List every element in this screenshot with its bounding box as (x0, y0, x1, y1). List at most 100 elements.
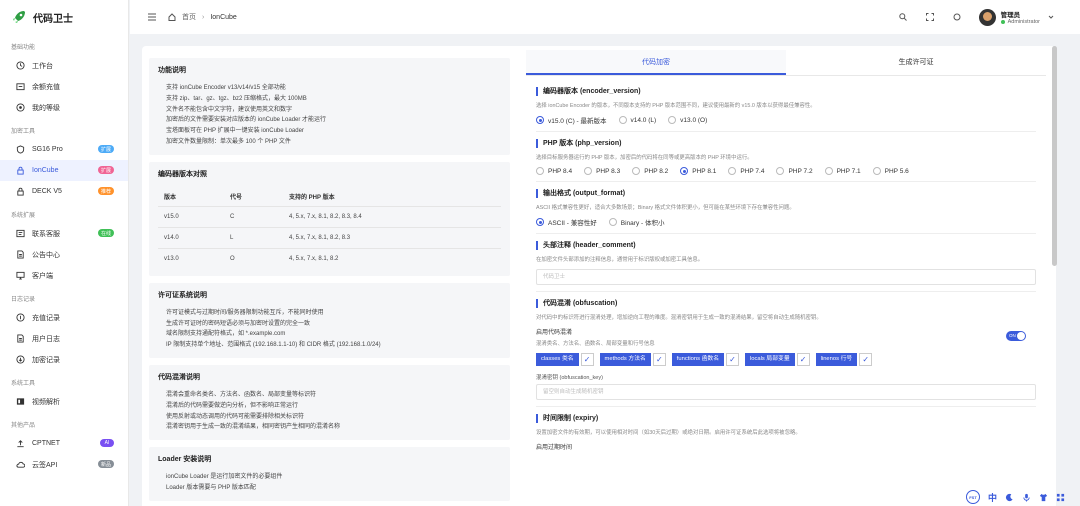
table-cell: L (224, 227, 283, 249)
info-line: 生成许可证时的密码短语必须与加密时设置的完全一致 (166, 320, 311, 327)
radio-php-56[interactable]: PHP 5.6 (872, 167, 909, 175)
table-cell: v13.0 (164, 255, 179, 262)
option-label: methods 方法名 (599, 353, 651, 366)
form-body: 编码器版本 (encoder_version) 选择 ionCube Encod… (526, 76, 1046, 460)
badge: 扩展 (97, 166, 114, 174)
sidebar-item-label: SG16 Pro (32, 146, 63, 153)
monitor-icon (15, 271, 25, 281)
sidebar-item-label: 客户端 (32, 272, 53, 280)
radio-php-81[interactable]: PHP 8.1 (680, 167, 716, 175)
table-cell: C (224, 206, 283, 228)
info-line: 文件名不能包含中文字符，建议使用英文和数字 (166, 106, 293, 113)
search-icon[interactable] (898, 12, 908, 22)
header-comment-section: 头部注释 (header_comment) 在加密文件头部添加的注释信息，通常用… (536, 234, 1036, 292)
radio-encoder-v14[interactable]: v14.0 (L) (618, 115, 656, 125)
table-cell: v14.0 (158, 227, 224, 249)
option-functions[interactable]: functions 函数名 ✓ (671, 353, 739, 366)
tab-bar: 代码加密 生成许可证 (526, 50, 1046, 76)
section-title-encrypt: 加密工具 (11, 129, 36, 135)
php-version-section: PHP 版本 (php_version) 选择目标服务器运行的 PHP 版本，加… (536, 132, 1036, 182)
option-classes[interactable]: classes 类名 ✓ (536, 353, 594, 366)
section-desc: ASCII 格式兼容性更好，适合大多数场景；Binary 格式文件体积更小，但可… (536, 205, 795, 211)
sidebar-item-label: DECK V5 (32, 188, 62, 195)
cloud-icon (15, 460, 25, 470)
radio-php-82[interactable]: PHP 8.2 (632, 167, 668, 175)
radio-dot (776, 167, 785, 175)
chevron-down-icon[interactable] (1048, 14, 1054, 20)
sidebar-item-level[interactable]: 我的等级 (0, 97, 128, 118)
brand-badge[interactable]: FST (966, 490, 980, 504)
radio-dot (668, 116, 677, 124)
sidebar-item-label: IonCube (32, 167, 59, 174)
info-line: 混淆会重命名类名、方法名、函数名、局部变量等标识符 (166, 391, 317, 398)
contact-icon (15, 229, 25, 239)
tab-license[interactable]: 生成许可证 (786, 50, 1046, 75)
radio-label: PHP 7.1 (836, 167, 861, 175)
radio-php-83[interactable]: PHP 8.3 (584, 167, 620, 175)
sidebar-item-video-parse[interactable]: 视频解析 (0, 391, 128, 412)
sidebar-item-client[interactable]: 客户端 (0, 265, 128, 286)
topbar-actions: 管理员 Administrator (898, 0, 1080, 34)
info-line: 支持 zip、tar、gz、tgz、bz2 压缩格式，最大 100MB (166, 95, 307, 102)
avatar[interactable] (978, 8, 996, 26)
table-cell: 4, 5.x, 7.x, 8.1, 8.2, 8.3, 8.4 (283, 206, 501, 228)
obfuscation-toggle[interactable]: ON (1006, 331, 1026, 341)
menu-toggle-icon[interactable] (148, 13, 156, 21)
radio-encoder-v15[interactable]: v15.0 (C) - 最新版本 (536, 115, 607, 125)
sidebar-item-cptnet[interactable]: CPTNET AI (0, 433, 128, 454)
radio-php-74[interactable]: PHP 7.4 (728, 167, 764, 175)
radio-php-72[interactable]: PHP 7.2 (776, 167, 813, 175)
check-icon: ✓ (580, 353, 594, 366)
tab-encrypt[interactable]: 代码加密 (526, 50, 786, 75)
sidebar-item-sg16[interactable]: SG16 Pro 扩展 (0, 139, 128, 160)
option-label: functions 函数名 (671, 353, 724, 366)
clock-icon (15, 61, 25, 71)
option-label: classes 类名 (536, 353, 579, 366)
moon-icon[interactable] (1005, 493, 1014, 502)
sidebar-item-user-log[interactable]: 用户日志 (0, 328, 128, 349)
app-logo[interactable]: 代码卫士 (0, 0, 128, 34)
sidebar-item-deck[interactable]: DECK V5 推荐 (0, 181, 128, 202)
document-icon (15, 334, 25, 344)
scrollbar[interactable] (1052, 46, 1057, 266)
shirt-icon[interactable] (1039, 493, 1048, 502)
radio-dot (536, 116, 544, 124)
sidebar-item-encrypt-log[interactable]: 加密记录 (0, 349, 128, 370)
section-title: 时间限制 (expiry) (536, 414, 1036, 423)
microphone-icon[interactable] (1022, 493, 1031, 502)
theme-icon[interactable] (952, 12, 962, 22)
radio-output-binary[interactable]: Binary - 体积小 (608, 217, 664, 227)
table-header: 版本 (158, 186, 224, 207)
radio-output-ascii[interactable]: ASCII - 兼容性好 (536, 217, 597, 227)
radio-encoder-v13[interactable]: v13.0 (O) (668, 115, 707, 125)
option-linenos[interactable]: linenos 行号 ✓ (815, 353, 873, 366)
language-toggle[interactable]: 中 (988, 491, 997, 504)
sidebar-item-recharge-log[interactable]: 充值记录 (0, 307, 128, 328)
sidebar-item-dashboard[interactable]: 工作台 (0, 55, 128, 76)
option-locals[interactable]: locals 局部变量 ✓ (745, 353, 810, 366)
option-methods[interactable]: methods 方法名 ✓ (599, 353, 666, 366)
fullscreen-icon[interactable] (925, 12, 935, 22)
sidebar-item-support[interactable]: 联系客服 在线 (0, 223, 128, 244)
sidebar-item-announcements[interactable]: 公告中心 (0, 244, 128, 265)
breadcrumb-home[interactable]: 首页 (182, 12, 196, 22)
sidebar-item-recharge[interactable]: 余额充值 (0, 76, 128, 97)
table-header-row: 版本 代号 支持的 PHP 版本 (158, 186, 501, 207)
user-role: Administrator (1007, 19, 1040, 25)
radio-dot (536, 218, 544, 226)
info-line: Loader 版本需要与 PHP 版本匹配 (166, 484, 256, 491)
user-info[interactable]: 管理员 Administrator (1000, 9, 1040, 25)
radio-php-84[interactable]: PHP 8.4 (536, 167, 572, 175)
radio-label: PHP 8.2 (644, 167, 669, 175)
obfuscation-key-input[interactable]: 留空则自动生成随机密钥 (536, 384, 1036, 400)
header-comment-input[interactable]: 代码卫士 (536, 269, 1036, 285)
main-card: 功能说明 支持 ionCube Encoder v13/v14/v15 全部功能… (142, 46, 1056, 506)
grid-icon[interactable] (1056, 493, 1065, 502)
panel-title: 编码器版本对照 (158, 170, 207, 178)
sidebar-item-ioncube[interactable]: IonCube 扩展 (0, 160, 128, 181)
radio-label: PHP 8.1 (692, 167, 717, 175)
section-desc: 选择 ionCube Encoder 的版本，不同版本支持的 PHP 版本范围不… (536, 103, 816, 109)
radio-php-71[interactable]: PHP 7.1 (824, 167, 861, 175)
panel-title: 代码混淆说明 (158, 373, 200, 381)
sidebar-item-cloud-sign[interactable]: 云签API 新品 (0, 454, 128, 475)
